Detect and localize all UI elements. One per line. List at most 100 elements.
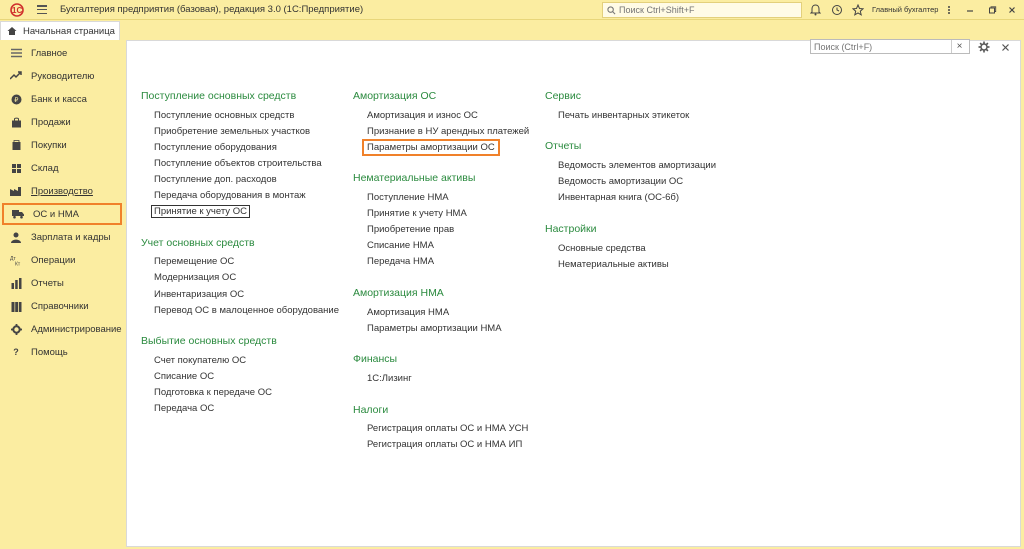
nav-link[interactable]: Поступление объектов строительства — [154, 158, 322, 169]
nav-link-focused[interactable]: Принятие к учету ОС — [151, 205, 250, 218]
panel-search[interactable]: × — [810, 39, 970, 54]
close-icon[interactable] — [1005, 3, 1019, 17]
minimize-icon[interactable] — [963, 3, 977, 17]
sidebar-item-label: Справочники — [31, 300, 89, 312]
section-title: Учет основных средств — [141, 237, 255, 249]
tab-bar: Начальная страница — [0, 20, 1024, 40]
nav-link[interactable]: Принятие к учету НМА — [367, 208, 467, 219]
gear-icon — [10, 323, 22, 335]
section-title: Нематериальные активы — [353, 172, 476, 184]
nav-link[interactable]: Подготовка к передаче ОС — [154, 387, 272, 398]
nav-link[interactable]: Приобретение прав — [367, 224, 454, 235]
svg-text:1С: 1С — [12, 6, 22, 15]
section-title: Амортизация НМА — [353, 287, 444, 299]
nav-link[interactable]: Передача НМА — [367, 256, 434, 267]
sidebar-item-reports[interactable]: Отчеты — [2, 273, 122, 293]
more-options-icon[interactable] — [942, 3, 956, 17]
sidebar-item-label: ОС и НМА — [33, 208, 79, 220]
books-icon — [10, 300, 22, 312]
sidebar-item-sales[interactable]: Продажи — [2, 112, 122, 132]
nav-link[interactable]: Поступление основных средств — [154, 110, 294, 121]
trend-icon — [10, 70, 22, 82]
sidebar-item-bank[interactable]: ₽ Банк и касса — [2, 89, 122, 109]
sidebar-item-fixed-assets[interactable]: ОС и НМА — [2, 203, 122, 225]
nav-link[interactable]: Инвентаризация ОС — [154, 289, 244, 300]
nav-link[interactable]: Амортизация НМА — [367, 307, 449, 318]
nav-link[interactable]: Перевод ОС в малоценное оборудование — [154, 305, 339, 316]
app-title: Бухгалтерия предприятия (базовая), редак… — [60, 4, 364, 15]
star-icon[interactable] — [851, 3, 865, 17]
nav-link[interactable]: Счет покупателю ОС — [154, 355, 246, 366]
warehouse-icon — [10, 162, 22, 174]
sidebar-item-help[interactable]: ? Помощь — [2, 342, 122, 362]
close-panel-icon[interactable] — [998, 40, 1012, 54]
section-title: Налоги — [353, 404, 389, 416]
truck-icon — [12, 208, 24, 220]
nav-link[interactable]: Печать инвентарных этикеток — [558, 110, 689, 121]
nav-link[interactable]: Приобретение земельных участков — [154, 126, 310, 137]
cart-icon — [10, 139, 22, 151]
nav-link[interactable]: Регистрация оплаты ОС и НМА ИП — [367, 439, 522, 450]
nav-link[interactable]: Поступление оборудования — [154, 142, 277, 153]
sidebar-item-warehouse[interactable]: Склад — [2, 158, 122, 178]
people-icon — [10, 231, 22, 243]
sidebar-item-purchases[interactable]: Покупки — [2, 135, 122, 155]
settings-gear-icon[interactable] — [977, 40, 991, 54]
nav-link[interactable]: Ведомость элементов амортизации — [558, 160, 716, 171]
sidebar-item-label: Покупки — [31, 139, 67, 151]
nav-link[interactable]: Передача оборудования в монтаж — [154, 190, 306, 201]
maximize-icon[interactable] — [985, 3, 999, 17]
sidebar-item-admin[interactable]: Администрирование — [2, 319, 122, 339]
nav-link[interactable]: Нематериальные активы — [558, 259, 669, 270]
nav-link[interactable]: Поступление НМА — [367, 192, 449, 203]
nav-link[interactable]: Амортизация и износ ОС — [367, 110, 478, 121]
nav-link[interactable]: Перемещение ОС — [154, 256, 234, 267]
dt-kt-icon: Дт Кт — [10, 254, 22, 266]
panel-search-input[interactable] — [811, 41, 951, 52]
sidebar-item-operations[interactable]: Дт Кт Операции — [2, 250, 122, 270]
nav-link[interactable]: Параметры амортизации НМА — [367, 323, 502, 334]
coins-icon: ₽ — [10, 93, 22, 105]
search-icon — [607, 5, 616, 14]
main-menu-icon[interactable] — [37, 5, 47, 14]
bell-icon[interactable] — [808, 3, 822, 17]
nav-link[interactable]: Ведомость амортизации ОС — [558, 176, 683, 187]
history-icon[interactable] — [830, 3, 844, 17]
sidebar: Главное Руководителю ₽ Банк и касса Прод… — [0, 40, 126, 549]
section-title: Отчеты — [545, 140, 582, 152]
sidebar-item-label: Склад — [31, 162, 59, 174]
section-title: Настройки — [545, 223, 597, 235]
clear-search-icon[interactable]: × — [951, 40, 967, 53]
global-search-input[interactable] — [619, 5, 799, 15]
nav-link-highlighted[interactable]: Параметры амортизации ОС — [362, 139, 500, 156]
nav-link[interactable]: Признание в НУ арендных платежей — [367, 126, 529, 137]
sidebar-item-salary[interactable]: Зарплата и кадры — [2, 227, 122, 247]
nav-link[interactable]: Модернизация ОС — [154, 272, 236, 283]
nav-link[interactable]: 1С:Лизинг — [367, 373, 412, 384]
user-name[interactable]: Главный бухгалтер — [872, 5, 938, 14]
1c-logo: 1С — [8, 3, 26, 17]
tab-home[interactable]: Начальная страница — [0, 21, 120, 40]
nav-link[interactable]: Списание ОС — [154, 371, 214, 382]
factory-icon — [10, 185, 22, 197]
sidebar-item-label: Банк и касса — [31, 93, 87, 105]
nav-link[interactable]: Основные средства — [558, 243, 646, 254]
nav-link[interactable]: Списание НМА — [367, 240, 434, 251]
bag-icon — [10, 116, 22, 128]
tab-home-label: Начальная страница — [23, 25, 115, 37]
sidebar-item-label: Главное — [31, 47, 68, 59]
sidebar-item-production[interactable]: Производство — [2, 181, 122, 201]
main-panel: × Поступление основных средств Поступлен… — [126, 39, 1021, 547]
nav-link[interactable]: Инвентарная книга (ОС-6б) — [558, 192, 679, 203]
global-search[interactable] — [602, 2, 802, 18]
sidebar-item-label: Помощь — [31, 346, 68, 358]
sidebar-item-label: Отчеты — [31, 277, 64, 289]
sidebar-item-label: Руководителю — [31, 70, 95, 82]
sidebar-item-label: Продажи — [31, 116, 71, 128]
nav-link[interactable]: Регистрация оплаты ОС и НМА УСН — [367, 423, 528, 434]
sidebar-item-references[interactable]: Справочники — [2, 296, 122, 316]
sidebar-item-manager[interactable]: Руководителю — [2, 66, 122, 86]
nav-link[interactable]: Передача ОС — [154, 403, 214, 414]
nav-link[interactable]: Поступление доп. расходов — [154, 174, 277, 185]
sidebar-item-main[interactable]: Главное — [2, 43, 122, 63]
